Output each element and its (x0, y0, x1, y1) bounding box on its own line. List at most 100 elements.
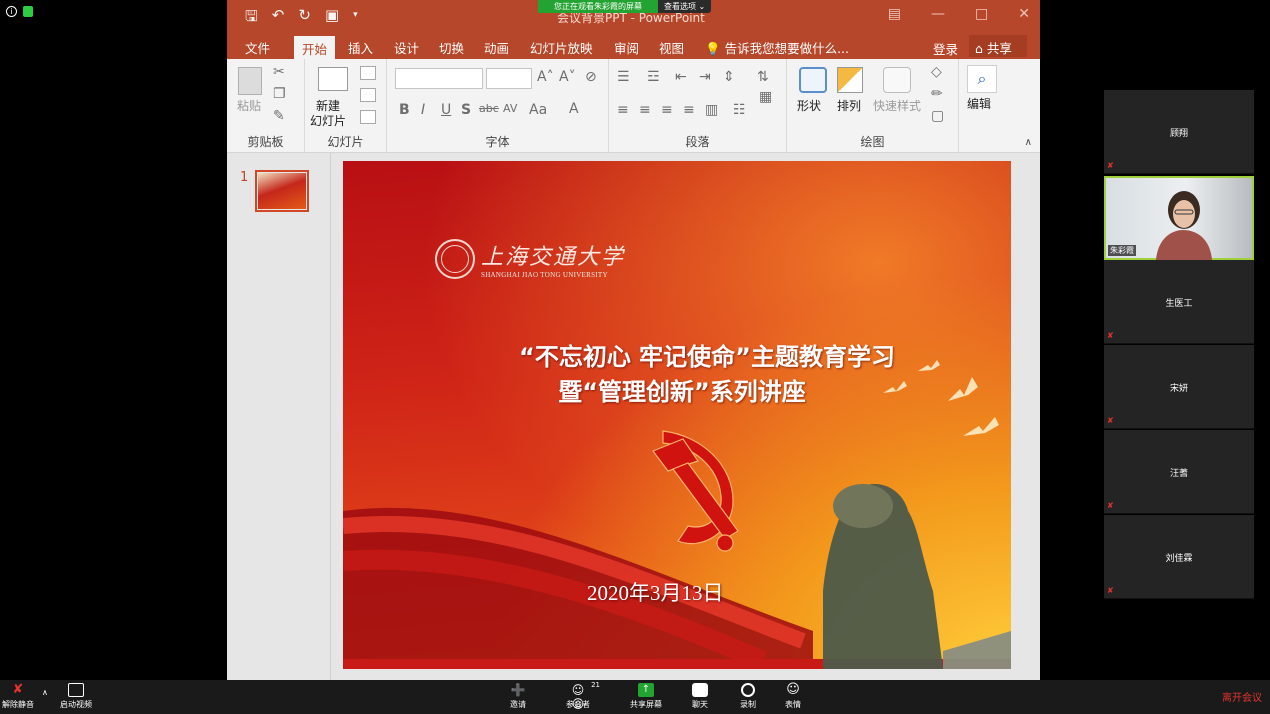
tab-view[interactable]: 视图 (659, 38, 684, 57)
font-color-icon[interactable]: A (569, 101, 579, 117)
customize-qat-icon[interactable]: ▾ (353, 10, 358, 31)
tab-slideshow[interactable]: 幻灯片放映 (530, 38, 593, 57)
shrink-font-icon[interactable]: A˅ (559, 69, 576, 85)
chat-icon (692, 683, 708, 697)
save-icon[interactable]: 🖫 (245, 6, 258, 31)
tab-file[interactable]: 文件 (245, 38, 270, 57)
participant-video-tile[interactable]: 朱彩霞 (1104, 176, 1254, 260)
slideshow-icon[interactable]: ▣ (325, 6, 339, 31)
university-name-cn: 上海交通大学 (481, 245, 626, 270)
maximize-icon[interactable]: □ (975, 6, 988, 22)
layout-icon[interactable] (360, 66, 376, 80)
find-icon[interactable]: ⌕ (967, 65, 997, 93)
participants-icon: ☺☺ (571, 683, 585, 711)
shapes-button[interactable]: 形状 (797, 99, 821, 114)
reactions-button[interactable]: ☺ 表情 (785, 683, 801, 710)
new-slide-icon[interactable] (318, 67, 348, 91)
participant-tile[interactable]: 刘佳霖 ✘ (1104, 515, 1254, 599)
leave-meeting-button[interactable]: 离开会议 (1222, 689, 1262, 704)
invite-button[interactable]: ➕ 邀请 (510, 683, 526, 710)
slide-canvas[interactable]: 上海交通大学 SHANGHAI JIAO TONG UNIVERSITY “不忘… (343, 161, 1011, 669)
align-left-icon[interactable]: ≡ (617, 102, 629, 118)
share-screen-button[interactable]: ↑ 共享屏幕 (630, 683, 662, 710)
university-logo: 上海交通大学 SHANGHAI JIAO TONG UNIVERSITY (435, 239, 625, 279)
bold-icon[interactable]: B (399, 102, 410, 118)
participant-tile[interactable]: 汪蓍 ✘ (1104, 430, 1254, 514)
powerpoint-window: 🖫 ↶ ↻ ▣ ▾ 会议背景PPT - PowerPoint ▤ — □ ✕ 文… (227, 0, 1040, 680)
tab-design[interactable]: 设计 (394, 38, 419, 57)
bullets-icon[interactable]: ☰ (617, 69, 630, 85)
shape-effects-icon[interactable]: ▢ (931, 108, 944, 124)
participant-tile[interactable]: 生医工 ✘ (1104, 260, 1254, 344)
change-case-icon[interactable]: Aa (529, 102, 547, 118)
clear-format-icon[interactable]: ⊘ (585, 69, 597, 85)
ribbon-display-icon[interactable]: ▤ (888, 6, 901, 22)
slide-title-line2: 暨“管理创新”系列讲座 (558, 378, 806, 406)
text-direction-icon[interactable]: ⇅ (757, 69, 769, 85)
lock-icon[interactable] (23, 6, 33, 17)
columns-icon[interactable]: ▥ (705, 102, 718, 118)
participants-button[interactable]: ☺☺ 21 参会者 (566, 681, 600, 711)
info-icon[interactable]: i (6, 6, 17, 17)
slide-thumbnail[interactable] (255, 170, 309, 212)
format-painter-icon[interactable]: ✎ (273, 108, 285, 124)
new-slide-label-1: 新建 (316, 99, 341, 113)
section-icon[interactable] (360, 110, 376, 124)
share-button[interactable]: ⌂ 共享 (969, 35, 1027, 57)
cut-icon[interactable]: ✂ (273, 64, 285, 80)
paste-button[interactable]: 粘贴 (237, 99, 261, 114)
font-name-combo[interactable] (395, 68, 483, 89)
participant-tile[interactable]: 顾翔 ✘ (1104, 90, 1254, 174)
char-spacing-icon[interactable]: AV (503, 102, 517, 115)
quick-styles-button[interactable]: 快速样式 (873, 99, 921, 114)
numbering-icon[interactable]: ☲ (647, 69, 660, 85)
slide-thumbnail-pane: 1 (227, 153, 331, 680)
minimize-icon[interactable]: — (931, 6, 945, 22)
undo-icon[interactable]: ↶ (272, 6, 285, 31)
record-button[interactable]: 录制 (740, 683, 756, 710)
tab-animations[interactable]: 动画 (484, 38, 509, 57)
grow-font-icon[interactable]: A˄ (537, 69, 554, 85)
tab-transitions[interactable]: 切换 (439, 38, 464, 57)
align-text-icon[interactable]: ☷ (733, 102, 746, 118)
quick-styles-icon[interactable] (883, 67, 911, 93)
justify-icon[interactable]: ≡ (683, 102, 695, 118)
shapes-icon[interactable] (799, 67, 827, 93)
audio-options-icon[interactable]: ∧ (42, 688, 48, 697)
edit-button[interactable]: 编辑 (967, 97, 991, 112)
start-video-button[interactable]: 启动视频 (60, 683, 92, 710)
redo-icon[interactable]: ↻ (298, 6, 311, 31)
shape-fill-icon[interactable]: ◇ (931, 64, 942, 80)
unmute-button[interactable]: ✘ 解除静音 (2, 683, 34, 710)
strikethrough-icon[interactable]: abc (479, 102, 499, 115)
underline-icon[interactable]: U (441, 102, 451, 118)
shape-outline-icon[interactable]: ✏ (931, 86, 943, 102)
arrange-button[interactable]: 排列 (837, 99, 861, 114)
new-slide-button[interactable]: 新建 幻灯片 (310, 99, 346, 129)
tab-review[interactable]: 审阅 (614, 38, 639, 57)
participant-tile[interactable]: 宋妍 ✘ (1104, 345, 1254, 429)
tab-insert[interactable]: 插入 (348, 38, 373, 57)
increase-indent-icon[interactable]: ⇥ (699, 69, 711, 85)
close-icon[interactable]: ✕ (1018, 6, 1030, 22)
smartart-icon[interactable]: ▦ (759, 89, 772, 105)
font-size-combo[interactable] (486, 68, 532, 89)
tell-me-search[interactable]: 💡 告诉我您想要做什么... (705, 38, 849, 57)
align-center-icon[interactable]: ≡ (639, 102, 651, 118)
paste-icon[interactable] (238, 67, 262, 95)
participant-name: 生医工 (1165, 299, 1193, 309)
shadow-icon[interactable]: S (461, 102, 471, 118)
collapse-ribbon-icon[interactable]: ∧ (1025, 137, 1032, 148)
align-right-icon[interactable]: ≡ (661, 102, 673, 118)
line-spacing-icon[interactable]: ⇕ (723, 69, 735, 85)
copy-icon[interactable]: ❐ (273, 86, 286, 102)
tab-home[interactable]: 开始 (294, 36, 336, 59)
invite-label: 邀请 (510, 700, 526, 709)
arrange-icon[interactable] (837, 67, 863, 93)
italic-icon[interactable]: I (421, 102, 425, 118)
view-options-button[interactable]: 查看选项 ⌄ (658, 0, 712, 13)
login-link[interactable]: 登录 (933, 39, 958, 58)
chat-button[interactable]: 聊天 (692, 683, 708, 710)
decrease-indent-icon[interactable]: ⇤ (675, 69, 687, 85)
reset-icon[interactable] (360, 88, 376, 102)
